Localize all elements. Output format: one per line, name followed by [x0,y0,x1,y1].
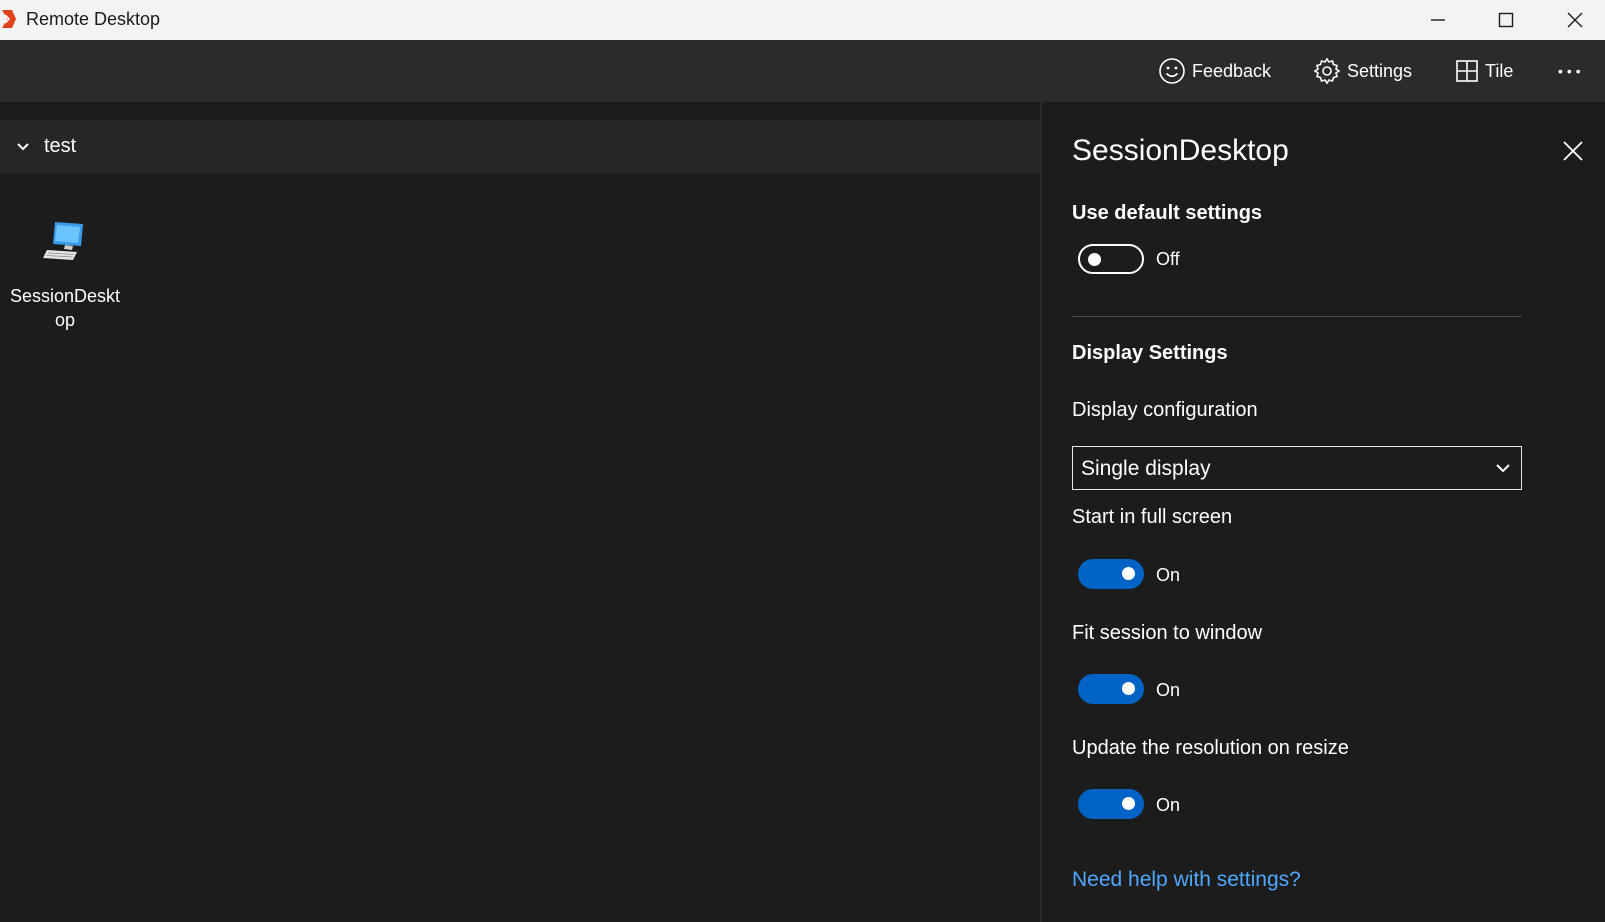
group-header-test[interactable]: test [0,120,1040,174]
toolbar: Feedback Settings Tile ••• [0,40,1605,102]
settings-panel: SessionDesktop Use default settings Off … [1042,102,1605,922]
minimize-button[interactable] [1408,0,1468,40]
display-configuration-value: Single display [1081,457,1211,480]
fit-session-state: On [1156,680,1181,700]
gear-icon [1313,57,1341,85]
help-settings-link[interactable]: Need help with settings? [1072,868,1301,892]
start-full-screen-state: On [1156,565,1181,585]
smiley-icon [1159,58,1185,84]
use-default-settings-toggle[interactable] [1078,244,1144,274]
grid-icon [1456,60,1478,82]
use-default-settings-state: Off [1156,249,1180,269]
section-divider [1072,316,1522,317]
display-settings-title: Display Settings [1072,342,1228,364]
display-configuration-label: Display configuration [1072,399,1258,421]
desktop-tile-label: SessionDesktop [9,286,121,330]
start-full-screen-toggle[interactable] [1078,559,1144,589]
window-title: Remote Desktop [26,9,161,29]
tile-label: Tile [1485,60,1514,81]
group-label: test [44,135,77,157]
feedback-label: Feedback [1192,60,1272,81]
display-configuration-select[interactable]: Single display [1072,446,1522,490]
panel-title: SessionDesktop [1072,134,1289,167]
settings-button[interactable]: Settings [1313,40,1412,102]
maximize-button[interactable] [1476,0,1536,40]
start-full-screen-label: Start in full screen [1072,506,1233,528]
toggle-knob [1088,253,1101,266]
title-bar: Remote Desktop [0,0,1605,40]
tile-button[interactable]: Tile [1455,40,1513,102]
update-resolution-state: On [1156,795,1181,815]
maximize-icon [1498,12,1514,28]
toggle-knob [1122,682,1135,695]
monitor-icon [43,222,83,260]
remote-desktop-icon [2,10,16,28]
close-window-button[interactable] [1545,0,1605,40]
fit-session-label: Fit session to window [1072,622,1263,644]
settings-label: Settings [1347,60,1413,81]
update-resolution-label: Update the resolution on resize [1072,737,1349,759]
close-icon [1567,12,1583,28]
more-options-button[interactable]: ••• [1558,40,1585,102]
use-default-settings-label: Use default settings [1072,202,1263,224]
desktop-tile-sessiondesktop[interactable]: SessionDesktop [8,220,122,330]
toggle-knob [1122,567,1135,580]
fit-session-toggle[interactable] [1078,674,1144,704]
toggle-knob [1122,797,1135,810]
minimize-icon [1431,19,1445,21]
connections-panel: test SessionDesktop [0,102,1040,922]
chevron-down-icon [17,143,29,151]
more-options-icon: ••• [1558,63,1585,79]
chevron-down-icon [1496,464,1510,473]
feedback-button[interactable]: Feedback [1158,40,1271,102]
close-panel-button[interactable] [1560,138,1586,164]
update-resolution-toggle[interactable] [1078,789,1144,819]
